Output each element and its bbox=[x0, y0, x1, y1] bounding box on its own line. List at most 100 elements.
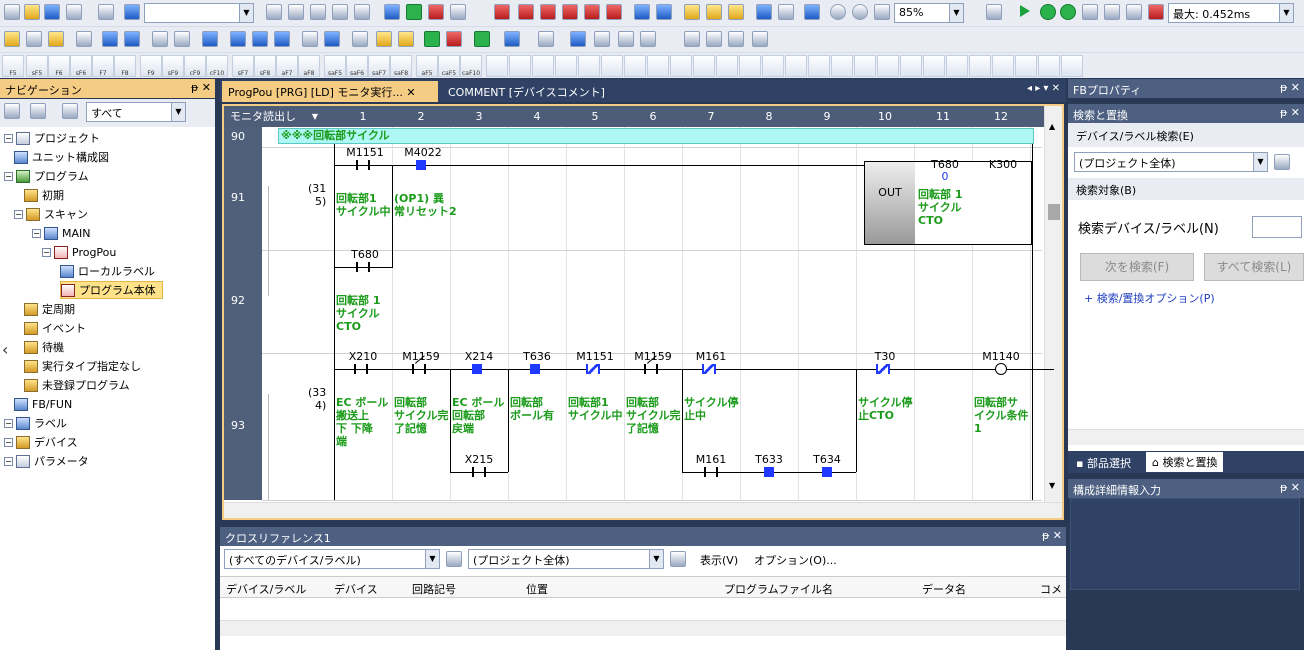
close-icon[interactable]: ✕ bbox=[406, 86, 415, 99]
tree-item-folder[interactable]: 初期 bbox=[24, 186, 64, 204]
proj-icon[interactable] bbox=[4, 31, 20, 47]
ladder-tool-icon[interactable] bbox=[601, 55, 623, 77]
scope-icon[interactable] bbox=[1274, 154, 1290, 170]
tool2-icon[interactable] bbox=[706, 4, 722, 20]
ladder-tool-icon[interactable] bbox=[1015, 55, 1037, 77]
zoom-in-icon[interactable] bbox=[830, 4, 846, 20]
tool4-icon[interactable] bbox=[756, 4, 772, 20]
ladder-tool-icon[interactable] bbox=[808, 55, 830, 77]
nav-tool1-icon[interactable] bbox=[4, 103, 20, 119]
status-ok1-icon[interactable] bbox=[1040, 4, 1056, 20]
fkey-caf10[interactable]: caF10 bbox=[460, 55, 482, 77]
tb2-icon-23[interactable] bbox=[594, 31, 610, 47]
tool6-icon[interactable] bbox=[804, 4, 820, 20]
pin-icon[interactable]: ᵽ ✕ bbox=[1280, 481, 1300, 494]
ladder-tool-icon[interactable] bbox=[900, 55, 922, 77]
ladder-tool-icon[interactable] bbox=[923, 55, 945, 77]
tb2-icon-1[interactable] bbox=[26, 31, 42, 47]
ladder-tool-icon[interactable] bbox=[946, 55, 968, 77]
diag3-icon[interactable] bbox=[1126, 4, 1142, 20]
copy-icon[interactable] bbox=[288, 4, 304, 20]
open-folder-icon[interactable] bbox=[24, 4, 40, 20]
xref-col-header[interactable]: デバイス/ラベル bbox=[226, 581, 306, 597]
tb2-icon-27[interactable] bbox=[706, 31, 722, 47]
chevron-down-icon[interactable]: ▼ bbox=[304, 106, 326, 127]
write-plc-icon[interactable] bbox=[406, 4, 422, 20]
expand-icon[interactable]: − bbox=[4, 456, 13, 466]
tool5-icon[interactable] bbox=[778, 4, 794, 20]
contact-x215[interactable] bbox=[472, 467, 486, 477]
status-ok2-icon[interactable] bbox=[1060, 4, 1076, 20]
contact-t634[interactable] bbox=[822, 467, 832, 477]
tree-item-fb[interactable]: FB/FUN bbox=[14, 395, 72, 413]
tb2-icon-18[interactable] bbox=[446, 31, 462, 47]
fkey-saf5[interactable]: saF5 bbox=[324, 55, 346, 77]
help-icon[interactable] bbox=[124, 4, 140, 20]
fkey-f9[interactable]: F9 bbox=[140, 55, 162, 77]
tb2-icon-24[interactable] bbox=[618, 31, 634, 47]
tb2-icon-7[interactable] bbox=[174, 31, 190, 47]
tb2-icon-11[interactable] bbox=[274, 31, 290, 47]
tree-item-folder[interactable]: 待機 bbox=[24, 338, 64, 356]
contact-m1151[interactable] bbox=[356, 160, 370, 170]
zoom-select[interactable]: 85% ▼ bbox=[894, 3, 964, 23]
tree-item-label[interactable]: ローカルラベル bbox=[60, 262, 155, 280]
tree-item-folder[interactable]: 未登録プログラム bbox=[24, 376, 130, 394]
vertical-scrollbar[interactable]: ▲ ▼ bbox=[1044, 106, 1062, 518]
expand-icon[interactable]: − bbox=[32, 228, 41, 238]
fkey-sf9[interactable]: sF9 bbox=[162, 55, 184, 77]
expand-icon[interactable]: − bbox=[4, 133, 13, 143]
xref-exec-icon[interactable] bbox=[670, 551, 686, 567]
expand-icon[interactable]: − bbox=[42, 247, 51, 257]
fkey-f7[interactable]: F7 bbox=[92, 55, 114, 77]
fkey-cf9[interactable]: cF9 bbox=[184, 55, 206, 77]
tree-item-project[interactable]: − プロジェクト bbox=[4, 129, 100, 147]
fkey-sf6[interactable]: sF6 bbox=[70, 55, 92, 77]
contact-x214[interactable] bbox=[472, 364, 482, 374]
tab-search[interactable]: ⌂ 検索と置換 bbox=[1146, 452, 1224, 472]
options-link[interactable]: + 検索/置換オプション(P) bbox=[1084, 290, 1215, 306]
scan-time-icon[interactable] bbox=[1148, 4, 1164, 20]
search-input[interactable] bbox=[1252, 216, 1302, 238]
find-icon[interactable] bbox=[152, 31, 168, 47]
tb2-icon-13[interactable] bbox=[324, 31, 340, 47]
fkey-saf6[interactable]: saF6 bbox=[346, 55, 368, 77]
print-icon[interactable] bbox=[66, 4, 82, 20]
fkey-saf8[interactable]: saF8 bbox=[390, 55, 412, 77]
fkey-sf8[interactable]: sF8 bbox=[254, 55, 276, 77]
coil-m1140[interactable] bbox=[995, 363, 1007, 375]
monitor-toggle-icon[interactable] bbox=[986, 4, 1002, 20]
verify-icon[interactable] bbox=[428, 4, 444, 20]
diag2-icon[interactable] bbox=[1104, 4, 1120, 20]
tb2-icon-25[interactable] bbox=[640, 31, 656, 47]
monitor-icon[interactable] bbox=[450, 4, 466, 20]
nav-filter-select[interactable]: すべて ▼ bbox=[86, 102, 186, 122]
ladder-tool-icon[interactable] bbox=[670, 55, 692, 77]
fkey-caf5[interactable]: caF5 bbox=[438, 55, 460, 77]
ladder-tool-icon[interactable] bbox=[555, 55, 577, 77]
tb2-icon-22[interactable] bbox=[570, 31, 586, 47]
online2-icon[interactable] bbox=[518, 4, 534, 20]
read-plc-icon[interactable] bbox=[384, 4, 400, 20]
nav-tool2-icon[interactable] bbox=[30, 103, 46, 119]
online7-icon[interactable] bbox=[634, 4, 650, 20]
scroll-up-icon[interactable]: ▲ bbox=[1049, 122, 1055, 131]
xref-col-header[interactable]: デバイス bbox=[334, 581, 378, 597]
xref-filter-select[interactable]: (すべてのデバイス/ラベル) ▼ bbox=[224, 549, 440, 569]
fkey-sf7[interactable]: sF7 bbox=[232, 55, 254, 77]
statement-bar[interactable]: ※※※回転部サイクル bbox=[278, 128, 1034, 144]
expand-icon[interactable]: − bbox=[4, 171, 13, 181]
tb2-icon-21[interactable] bbox=[538, 31, 554, 47]
horizontal-scrollbar[interactable] bbox=[224, 502, 1062, 518]
tree-item-body[interactable]: プログラム本体 bbox=[60, 281, 163, 299]
zoom-out-icon[interactable] bbox=[852, 4, 868, 20]
contact-m1151[interactable] bbox=[586, 364, 600, 374]
ladder-tool-icon[interactable] bbox=[624, 55, 646, 77]
tb2-icon-3[interactable] bbox=[76, 31, 92, 47]
online1-icon[interactable] bbox=[494, 4, 510, 20]
toolbar-combo[interactable]: ▼ bbox=[144, 3, 254, 23]
ladder-tool-icon[interactable] bbox=[1038, 55, 1060, 77]
run-icon[interactable] bbox=[1020, 5, 1030, 17]
pin-icon[interactable]: ᵽ ✕ bbox=[1280, 106, 1300, 119]
xref-col-header[interactable]: コメ bbox=[1040, 581, 1062, 597]
